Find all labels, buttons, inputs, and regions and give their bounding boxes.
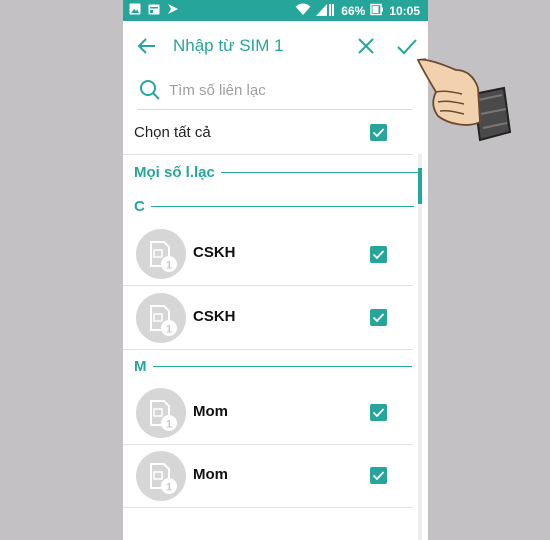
image-icon — [129, 3, 141, 18]
section-divider — [220, 171, 418, 173]
battery-percent: 66% — [341, 3, 366, 18]
scrollbar-thumb[interactable] — [418, 168, 422, 204]
contact-name: Mom — [193, 403, 228, 420]
phone-screen: 66% 10:05 Nhập từ SIM 1 Chọn tất cả — [123, 0, 428, 540]
clock: 10:05 — [389, 3, 420, 18]
section-letter: M — [134, 357, 147, 375]
sim-card-icon: 1 — [136, 388, 186, 438]
signal-icon — [316, 3, 336, 19]
sim-card-icon: 1 — [136, 451, 186, 501]
app-bar: Nhập từ SIM 1 — [123, 21, 428, 71]
svg-text:1: 1 — [166, 260, 172, 272]
contact-row[interactable]: 1 CSKH — [123, 286, 413, 350]
pointing-hand-icon — [412, 48, 512, 153]
contact-name: CSKH — [193, 244, 236, 261]
section-header-c: C — [134, 196, 414, 216]
search-input[interactable] — [169, 79, 399, 101]
section-divider — [150, 205, 414, 207]
contact-row[interactable]: 1 Mom — [123, 381, 413, 445]
section-header-m: M — [134, 356, 412, 376]
contact-checkbox[interactable] — [370, 246, 387, 263]
contact-checkbox[interactable] — [370, 404, 387, 421]
contact-checkbox[interactable] — [370, 309, 387, 326]
section-header-all: Mọi số l.lạc — [134, 162, 418, 182]
calendar-icon — [148, 3, 160, 18]
section-label: Mọi số l.lạc — [134, 163, 215, 181]
contact-row[interactable]: 1 Mom — [123, 444, 413, 508]
page-title: Nhập từ SIM 1 — [173, 36, 284, 55]
contact-name: CSKH — [193, 308, 236, 325]
sim-card-icon: 1 — [136, 293, 186, 343]
search-bar — [137, 73, 412, 110]
svg-text:1: 1 — [166, 324, 172, 336]
contact-name: Mom — [193, 466, 228, 483]
status-bar: 66% 10:05 — [123, 0, 428, 21]
wifi-icon — [295, 3, 311, 19]
close-icon[interactable] — [354, 34, 378, 58]
select-all-label: Chọn tất cả — [134, 124, 211, 141]
select-all-row[interactable]: Chọn tất cả — [123, 111, 413, 155]
sim-card-icon: 1 — [136, 229, 186, 279]
svg-text:1: 1 — [166, 482, 172, 494]
flag-icon — [167, 3, 179, 18]
contact-row[interactable]: 1 CSKH — [123, 222, 413, 286]
scrollbar[interactable] — [418, 154, 422, 540]
back-arrow-icon[interactable] — [135, 34, 159, 58]
svg-text:1: 1 — [166, 419, 172, 431]
battery-icon — [370, 3, 384, 19]
section-letter: C — [134, 197, 145, 215]
section-divider — [152, 365, 412, 367]
search-icon — [139, 79, 161, 106]
select-all-checkbox[interactable] — [370, 124, 387, 141]
contact-checkbox[interactable] — [370, 467, 387, 484]
